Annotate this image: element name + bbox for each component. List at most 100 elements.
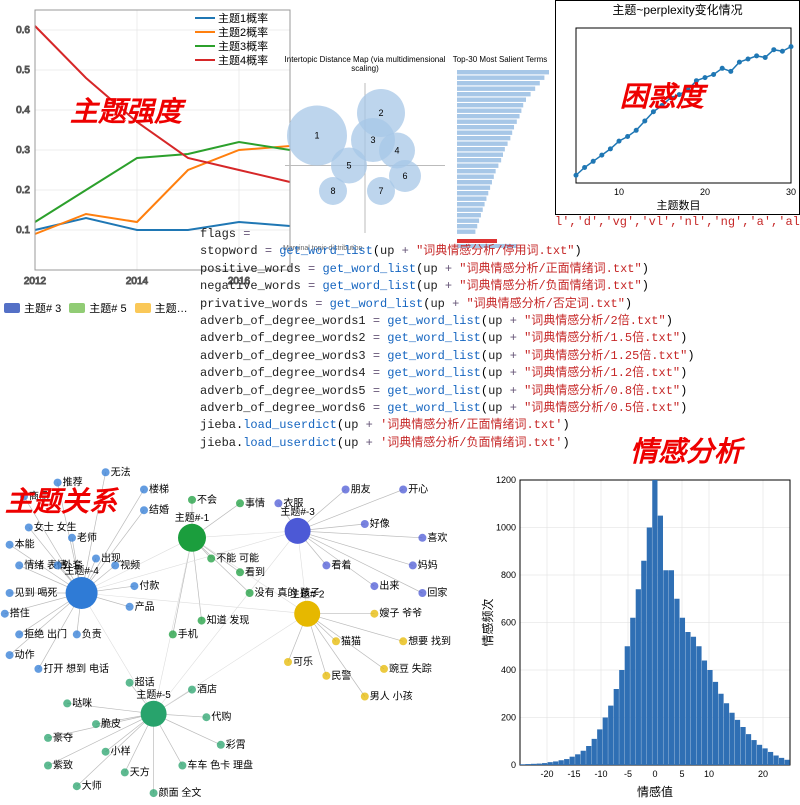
svg-text:出来: 出来	[379, 579, 399, 592]
svg-text:动作: 动作	[15, 649, 35, 661]
svg-text:4: 4	[394, 146, 399, 156]
svg-text:酒店: 酒店	[197, 683, 217, 696]
svg-text:主题#-5: 主题#-5	[136, 689, 171, 701]
svg-text:豌豆 失踪: 豌豆 失踪	[389, 662, 432, 675]
ldavis-bars-chart	[445, 64, 555, 249]
ldavis-bars-panel: Top-30 Most Salient Terms	[445, 55, 555, 255]
svg-text:回家: 回家	[427, 586, 447, 599]
svg-text:负责: 负责	[82, 627, 102, 640]
svg-text:400: 400	[501, 665, 516, 675]
svg-text:0.5: 0.5	[16, 65, 30, 76]
svg-text:600: 600	[501, 618, 516, 628]
svg-text:-15: -15	[567, 769, 580, 779]
svg-text:情感值: 情感值	[637, 784, 673, 799]
svg-text:男人 小孩: 男人 小孩	[370, 690, 413, 703]
svg-text:出现: 出现	[101, 552, 121, 565]
svg-text:看着: 看着	[331, 558, 351, 571]
label-topic-strength: 主题强度	[70, 90, 182, 130]
svg-text:豪夺: 豪夺	[53, 731, 73, 744]
label-topic-relation: 主题关系	[5, 480, 117, 520]
svg-text:-20: -20	[540, 769, 553, 779]
svg-text:哒咪: 哒咪	[72, 696, 92, 709]
svg-text:颜面 全文: 颜面 全文	[159, 786, 202, 799]
svg-text:付款: 付款	[139, 579, 159, 592]
svg-text:代购: 代购	[211, 710, 231, 723]
svg-text:6: 6	[402, 171, 407, 181]
svg-text:天方: 天方	[130, 765, 150, 778]
label-sentiment: 情感分析	[630, 430, 742, 470]
svg-text:20: 20	[700, 187, 710, 197]
svg-text:车车 色卡 理盘: 车车 色卡 理盘	[187, 759, 253, 772]
svg-text:无法: 无法	[111, 465, 131, 478]
svg-text:打开 想到 电话: 打开 想到 电话	[43, 662, 109, 675]
legend-tags: 主题# 3主题# 5主题…	[4, 300, 196, 318]
svg-text:1200: 1200	[496, 475, 516, 485]
svg-text:大师: 大师	[82, 779, 102, 792]
svg-text:20: 20	[758, 769, 768, 779]
svg-text:7: 7	[378, 186, 383, 196]
svg-text:-5: -5	[624, 769, 632, 779]
svg-text:800: 800	[501, 570, 516, 580]
svg-text:搭住: 搭住	[10, 607, 30, 620]
svg-text:5: 5	[346, 161, 351, 171]
sentiment-hist-chart: 0 200 400 600 800 1000 1200 -20 -15 -10 -5 0 5 10 20 情感…	[480, 470, 800, 800]
svg-text:主题#-3: 主题#-3	[280, 506, 315, 518]
svg-text:彩霄: 彩霄	[226, 739, 246, 751]
svg-text:脆皮: 脆皮	[101, 717, 121, 730]
svg-text:产品: 产品	[135, 600, 155, 613]
svg-text:老师: 老师	[77, 531, 97, 544]
svg-text:2: 2	[378, 108, 383, 118]
svg-text:超话: 超话	[135, 676, 155, 689]
svg-text:主题2概率: 主题2概率	[218, 25, 268, 39]
sentiment-panel: 0 200 400 600 800 1000 1200 -20 -15 -10 -5 0 5 10 20 情感…	[480, 470, 800, 800]
label-perplexity: 困惑度	[620, 75, 704, 115]
svg-text:3: 3	[370, 135, 375, 145]
svg-text:主题数目: 主题数目	[657, 199, 701, 212]
svg-text:0: 0	[511, 760, 516, 770]
svg-text:小样: 小样	[111, 745, 131, 758]
svg-text:拒绝 出门: 拒绝 出门	[24, 627, 67, 640]
svg-text:民警: 民警	[331, 669, 351, 682]
svg-text:主题#-1: 主题#-1	[175, 512, 210, 524]
svg-text:妈妈: 妈妈	[418, 558, 438, 571]
svg-text:0.2: 0.2	[16, 185, 30, 196]
svg-text:开心: 开心	[408, 484, 428, 496]
ldavis-title: Intertopic Distance Map (via multidimens…	[275, 55, 455, 73]
svg-text:主题4概率: 主题4概率	[218, 53, 268, 67]
svg-text:手机: 手机	[178, 627, 198, 640]
svg-text:0.3: 0.3	[16, 145, 30, 156]
svg-text:主题#-4: 主题#-4	[64, 565, 99, 577]
svg-text:1000: 1000	[496, 523, 516, 533]
ldavis-bars-title: Top-30 Most Salient Terms	[445, 55, 555, 64]
svg-text:0.4: 0.4	[16, 105, 30, 116]
svg-text:女士 女生: 女士 女生	[34, 520, 77, 533]
svg-text:10: 10	[614, 187, 624, 197]
svg-text:紫致: 紫致	[53, 759, 73, 772]
ldavis-bubble-panel: Intertopic Distance Map (via multidimens…	[275, 55, 455, 255]
svg-text:8: 8	[330, 186, 335, 196]
perplexity-chart: 102030主题数目	[556, 18, 800, 213]
svg-text:知道 发现: 知道 发现	[207, 614, 250, 627]
svg-text:主题3概率: 主题3概率	[218, 39, 268, 53]
svg-text:事情: 事情	[245, 496, 265, 509]
perplexity-title: 主题~perplexity变化情况	[556, 1, 799, 18]
svg-text:1: 1	[314, 131, 319, 141]
svg-text:楼梯: 楼梯	[149, 483, 169, 496]
svg-text:视频: 视频	[120, 558, 140, 571]
svg-text:主题1概率: 主题1概率	[218, 11, 268, 25]
svg-text:本能: 本能	[15, 538, 35, 551]
svg-text:5: 5	[679, 769, 684, 779]
svg-text:200: 200	[501, 713, 516, 723]
svg-text:想要 找到: 想要 找到	[408, 634, 451, 647]
svg-text:猫猫: 猫猫	[341, 634, 361, 647]
svg-text:0: 0	[652, 769, 657, 779]
svg-text:10: 10	[704, 769, 714, 779]
svg-text:朋友: 朋友	[351, 483, 371, 496]
svg-text:主题#-2: 主题#-2	[290, 589, 325, 601]
svg-text:见到 喝死: 见到 喝死	[15, 587, 58, 599]
svg-text:看到: 看到	[245, 565, 265, 578]
svg-text:0.6: 0.6	[16, 25, 30, 36]
svg-text:结婚: 结婚	[149, 503, 169, 516]
svg-text:可乐: 可乐	[293, 656, 313, 668]
svg-text:-10: -10	[594, 769, 607, 779]
